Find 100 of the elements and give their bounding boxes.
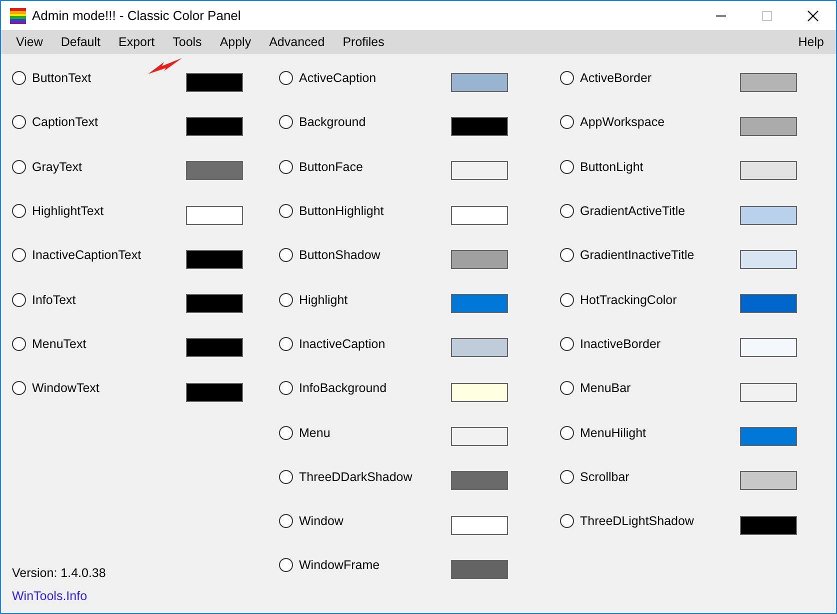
radio-button[interactable] [279, 115, 293, 130]
color-swatch[interactable] [740, 471, 797, 490]
color-label: GradientActiveTitle [580, 204, 686, 218]
color-label: AppWorkspace [580, 115, 665, 130]
color-label: ButtonFace [299, 160, 363, 174]
radio-button[interactable] [279, 426, 293, 440]
color-label: Window [299, 514, 344, 528]
radio-button[interactable] [279, 71, 293, 86]
color-swatch[interactable] [186, 382, 243, 402]
menu-item[interactable]: Tools [164, 32, 210, 52]
color-swatch[interactable] [740, 161, 797, 180]
radio-button[interactable] [279, 381, 293, 396]
color-swatch[interactable] [186, 206, 243, 225]
color-swatch[interactable] [451, 338, 508, 358]
color-swatch[interactable] [740, 382, 797, 402]
color-swatch[interactable] [740, 250, 797, 269]
color-label: InfoBackground [299, 381, 387, 396]
radio-button[interactable] [12, 204, 26, 218]
color-label: Highlight [299, 292, 348, 307]
menu-item[interactable]: Export [110, 32, 163, 52]
color-label: InactiveCaptionText [32, 248, 142, 262]
color-swatch[interactable] [451, 72, 508, 92]
color-swatch[interactable] [451, 294, 508, 314]
menu-item[interactable]: Help [790, 32, 832, 52]
radio-button[interactable] [12, 381, 26, 396]
color-label: WindowFrame [299, 558, 380, 572]
color-swatch[interactable] [740, 427, 797, 446]
color-swatch[interactable] [451, 382, 508, 402]
radio-button[interactable] [279, 558, 293, 572]
close-icon [807, 10, 819, 22]
color-swatch[interactable] [186, 338, 243, 358]
color-swatch[interactable] [451, 560, 508, 579]
radio-button[interactable] [279, 204, 293, 218]
color-label: ButtonLight [580, 160, 644, 174]
color-swatch[interactable] [740, 294, 797, 314]
radio-button[interactable] [279, 292, 293, 307]
color-label: ActiveBorder [580, 71, 652, 86]
radio-button[interactable] [560, 248, 574, 262]
radio-button[interactable] [560, 336, 574, 351]
radio-button[interactable] [560, 514, 574, 528]
color-label: ButtonHighlight [299, 204, 384, 218]
color-label: ButtonText [32, 71, 92, 86]
color-swatch[interactable] [740, 116, 797, 136]
color-label: MenuHilight [580, 426, 646, 440]
color-swatch[interactable] [186, 294, 243, 314]
color-label: InfoText [32, 292, 76, 307]
radio-button[interactable] [12, 115, 26, 130]
radio-button[interactable] [279, 336, 293, 351]
color-label: HotTrackingColor [580, 292, 677, 307]
color-swatch[interactable] [451, 427, 508, 446]
color-swatch[interactable] [740, 338, 797, 358]
menu-item[interactable]: Profiles [334, 32, 392, 52]
color-swatch[interactable] [186, 161, 243, 180]
radio-button[interactable] [560, 381, 574, 396]
radio-button[interactable] [560, 71, 574, 86]
radio-button[interactable] [560, 292, 574, 307]
menu-item[interactable]: Advanced [261, 32, 333, 52]
color-swatch[interactable] [740, 72, 797, 92]
color-swatch[interactable] [186, 116, 243, 136]
color-label: InactiveCaption [299, 336, 386, 351]
radio-button[interactable] [279, 470, 293, 484]
color-swatch[interactable] [186, 72, 243, 92]
color-label: HighlightText [32, 204, 104, 218]
radio-button[interactable] [560, 115, 574, 130]
color-label: InactiveBorder [580, 336, 661, 351]
color-swatch[interactable] [740, 516, 797, 535]
color-swatch[interactable] [740, 206, 797, 225]
color-label: GrayText [32, 160, 82, 174]
radio-button[interactable] [12, 336, 26, 351]
color-swatch[interactable] [451, 471, 508, 490]
annotation-arrow [148, 56, 184, 76]
radio-button[interactable] [560, 160, 574, 174]
color-swatch[interactable] [186, 250, 243, 269]
color-label: MenuText [32, 336, 86, 351]
menu-item[interactable]: View [8, 32, 51, 52]
radio-button[interactable] [12, 292, 26, 307]
color-label: Background [299, 115, 366, 130]
radio-button[interactable] [12, 248, 26, 262]
color-label: Scrollbar [580, 470, 630, 484]
radio-button[interactable] [560, 204, 574, 218]
radio-button[interactable] [560, 426, 574, 440]
color-label: GradientInactiveTitle [580, 248, 694, 262]
color-swatch[interactable] [451, 116, 508, 136]
color-label: CaptionText [32, 115, 98, 130]
version-text: Version: 1.4.0.38 [12, 566, 107, 580]
color-swatch[interactable] [451, 161, 508, 180]
radio-button[interactable] [560, 470, 574, 484]
color-label: ButtonShadow [299, 248, 380, 262]
color-swatch[interactable] [451, 250, 508, 269]
menu-item[interactable]: Default [52, 32, 108, 52]
window-title: Admin mode!!! - Classic Color Panel [32, 8, 241, 23]
color-swatch[interactable] [451, 206, 508, 225]
menu-item[interactable]: Apply [212, 32, 260, 52]
website-link[interactable]: WinTools.Info [12, 589, 88, 603]
radio-button[interactable] [12, 71, 26, 86]
radio-button[interactable] [279, 248, 293, 262]
color-swatch[interactable] [451, 516, 508, 535]
radio-button[interactable] [279, 160, 293, 174]
radio-button[interactable] [12, 160, 26, 174]
radio-button[interactable] [279, 514, 293, 528]
